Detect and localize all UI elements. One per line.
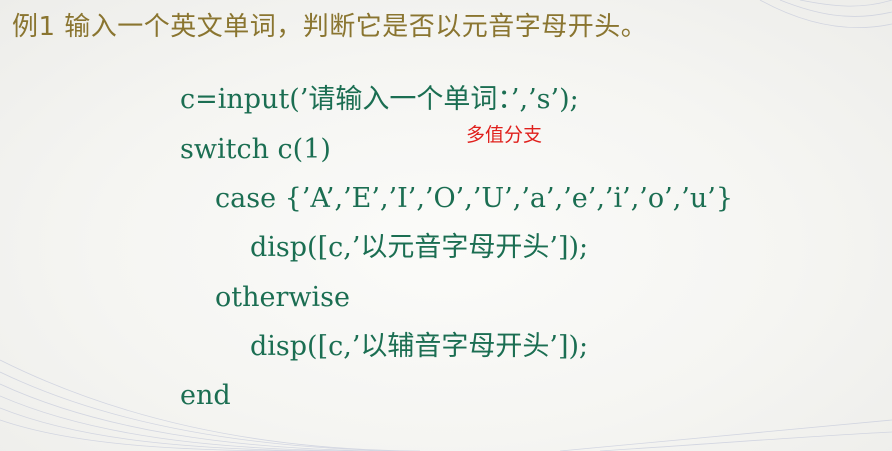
code-line: end (180, 380, 231, 411)
slide: 例1 输入一个英文单词，判断它是否以元音字母开头。 c=input(’请输入一个… (0, 0, 892, 451)
annotation-multi-branch: 多值分支 (466, 124, 543, 146)
code-line: case {’A’,’E’,’I’,’O’,’U’,’a’,’e’,’i’,’o… (215, 183, 734, 214)
code-line: switch c(1) (180, 134, 331, 165)
code-line: disp([c,’以辅音字母开头’]); (250, 331, 589, 362)
code-line: disp([c,’以元音字母开头’]); (250, 232, 589, 263)
code-line: otherwise (215, 282, 350, 313)
code-line: c=input(’请输入一个单词：’,’s’); (180, 84, 579, 115)
code-block: c=input(’请输入一个单词：’,’s’); switch c(1) cas… (0, 0, 892, 451)
